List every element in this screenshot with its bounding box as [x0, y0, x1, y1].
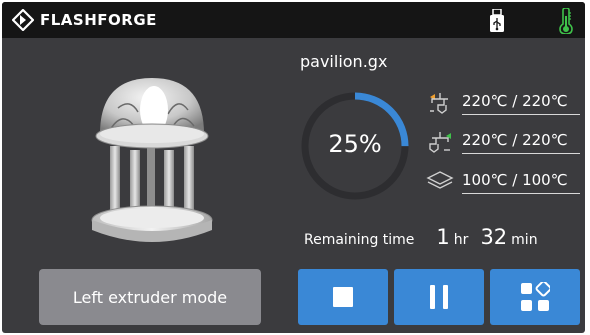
menu-grid-icon [521, 282, 550, 311]
remaining-hours: 1 [436, 225, 450, 249]
progress-percent: 25% [328, 130, 382, 158]
stop-button[interactable] [298, 269, 388, 325]
right-nozzle-temp-value: 220℃ / 220℃ [462, 131, 568, 149]
bed-underline [462, 193, 580, 194]
right-nozzle-underline [462, 153, 580, 154]
left-nozzle-icon [430, 93, 448, 114]
pause-icon [430, 285, 448, 309]
right-nozzle-icon [429, 132, 451, 153]
bed-temp-row[interactable]: 100℃ / 100℃ [426, 167, 580, 197]
usb-drive-icon[interactable] [489, 9, 505, 33]
pause-button[interactable] [394, 269, 484, 325]
file-name: pavilion.gx [300, 52, 388, 71]
remaining-hours-unit: hr [453, 232, 469, 248]
extruder-mode-button[interactable]: Left extruder mode [39, 269, 261, 325]
left-nozzle-temp-row[interactable]: 220℃ / 220℃ [426, 88, 580, 118]
left-nozzle-underline [462, 114, 580, 115]
printer-screen: FLASHFORGE pavilion.gx 25% 220℃ / 220℃ 2… [2, 2, 585, 333]
heated-bed-icon [426, 171, 454, 189]
thermometer-icon[interactable] [559, 8, 573, 34]
remaining-minutes: 32 [480, 225, 508, 249]
menu-button[interactable] [490, 269, 580, 325]
bed-temp-value: 100℃ / 100℃ [462, 171, 568, 189]
remaining-time-label: Remaining time [304, 232, 415, 248]
left-nozzle-temp-value: 220℃ / 220℃ [462, 92, 568, 110]
pavilion-3d-model-icon [91, 78, 213, 242]
right-nozzle-temp-row[interactable]: 220℃ / 220℃ [426, 127, 580, 157]
brand-name: FLASHFORGE [40, 11, 157, 29]
remaining-time: Remaining time 1 hr 32 min [304, 225, 550, 249]
remaining-minutes-unit: min [511, 232, 538, 248]
top-bar: FLASHFORGE [2, 2, 585, 38]
brand-logo: FLASHFORGE [12, 9, 157, 31]
flashforge-logo-icon [12, 9, 34, 31]
stop-icon [333, 287, 353, 307]
